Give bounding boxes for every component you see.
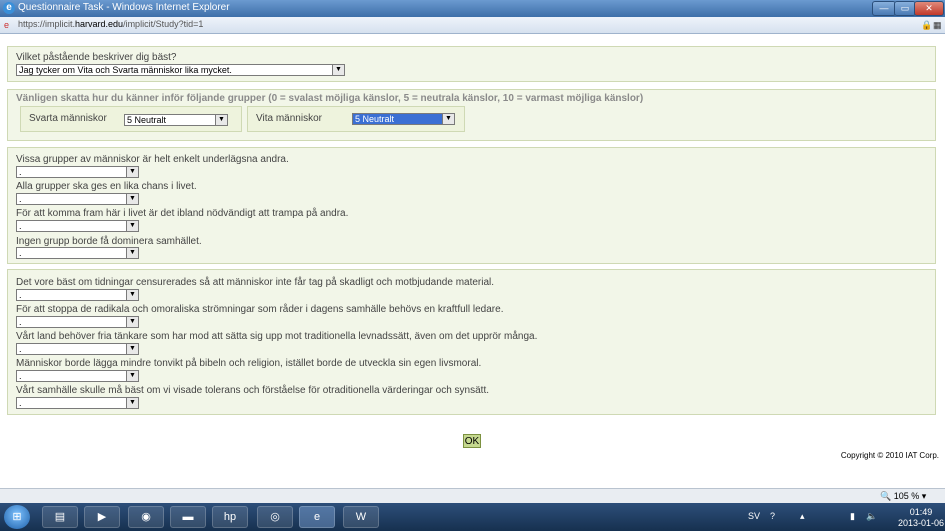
answer-select[interactable]: . ▼ — [16, 193, 139, 205]
volume-icon[interactable]: 🔈 — [866, 511, 877, 522]
question-label: Det vore bäst om tidningar censurerades … — [16, 277, 495, 288]
language-indicator[interactable]: SV — [748, 511, 760, 521]
explorer-taskbar-icon[interactable]: ▤ — [42, 506, 78, 528]
self-description-select[interactable]: Jag tycker om Vita och Svarta människor … — [16, 64, 345, 76]
hp-taskbar-icon[interactable]: hp — [212, 506, 248, 528]
taskbar: ⊞ ▤ ▶ ◉ ▬ hp ◎ e W SV ? ▴ ▮ 🔈 01:49 2013-… — [0, 503, 945, 531]
chevron-down-icon: ▼ — [126, 221, 138, 231]
page-icon: e — [4, 20, 10, 30]
help-icon[interactable]: ? — [770, 511, 775, 521]
status-bar: 🔍 105 % ▾ — [0, 488, 945, 504]
window-title: Questionnaire Task - Windows Internet Ex… — [18, 2, 230, 13]
zoom-control[interactable]: 🔍 105 % ▾ — [880, 491, 926, 502]
chevron-down-icon: ▼ — [215, 115, 227, 125]
chevron-down-icon: ▼ — [442, 114, 454, 124]
chevron-down-icon: ▼ — [126, 344, 138, 354]
question-label: Ingen grupp borde få dominera samhället. — [16, 236, 202, 247]
magnifier-icon: 🔍 — [880, 491, 892, 501]
question-label: För att stoppa de radikala och omoralisk… — [16, 304, 504, 315]
chevron-down-icon: ▾ — [921, 491, 927, 501]
feelings-heading: Vänligen skatta hur du känner inför följ… — [16, 93, 644, 104]
question-label: För att komma fram här i livet är det ib… — [16, 208, 349, 219]
white-people-select[interactable]: 5 Neutralt ▼ — [352, 113, 455, 125]
chevron-down-icon: ▼ — [126, 167, 138, 177]
black-people-group: Svarta människor 5 Neutralt ▼ — [20, 106, 242, 132]
chevron-down-icon: ▼ — [126, 371, 138, 381]
answer-select[interactable]: . ▼ — [16, 220, 139, 232]
answer-select[interactable]: . ▼ — [16, 316, 139, 328]
url-text[interactable]: https://implicit.harvard.edu/implicit/St… — [18, 19, 203, 29]
address-bar[interactable]: e https://implicit.harvard.edu/implicit/… — [0, 17, 945, 34]
panel-self-description: Vilket påstående beskriver dig bäst? Jag… — [7, 46, 936, 82]
question-label: Vårt land behöver fria tänkare som har m… — [16, 331, 538, 342]
question-label: Alla grupper ska ges en lika chans i liv… — [16, 181, 197, 192]
chevron-down-icon: ▼ — [126, 317, 138, 327]
question-label: Vilket påstående beskriver dig bäst? — [16, 52, 177, 63]
word-taskbar-icon[interactable]: W — [343, 506, 379, 528]
start-button[interactable]: ⊞ — [4, 505, 30, 529]
copyright-text: Copyright © 2010 IAT Corp. — [840, 451, 939, 460]
app-taskbar-icon[interactable]: ▬ — [170, 506, 206, 528]
clock[interactable]: 01:49 2013-01-06 — [898, 507, 944, 529]
chevron-down-icon: ▼ — [126, 248, 138, 258]
internet-explorer-taskbar-icon[interactable]: e — [299, 506, 335, 528]
panel-group1: Vissa grupper av människor är helt enkel… — [7, 147, 936, 264]
network-icon[interactable]: ▮ — [850, 511, 855, 522]
camera-taskbar-icon[interactable]: ◉ — [128, 506, 164, 528]
question-label: Vårt samhälle skulle må bäst om vi visad… — [16, 385, 490, 396]
title-bar: e Questionnaire Task - Windows Internet … — [0, 0, 945, 17]
question-label: Människor borde lägga mindre tonvikt på … — [16, 358, 482, 369]
panel-group2: Det vore bäst om tidningar censurerades … — [7, 269, 936, 415]
chevron-down-icon: ▼ — [126, 290, 138, 300]
ok-button[interactable]: OK — [463, 434, 481, 448]
chevron-down-icon: ▼ — [126, 194, 138, 204]
answer-select[interactable]: . ▼ — [16, 370, 139, 382]
chevron-down-icon: ▼ — [126, 398, 138, 408]
black-people-select[interactable]: 5 Neutralt ▼ — [124, 114, 228, 126]
compatibility-view-icon[interactable]: ▦ — [933, 20, 942, 31]
chrome-taskbar-icon[interactable]: ◎ — [257, 506, 293, 528]
chevron-down-icon: ▼ — [332, 65, 344, 75]
black-people-label: Svarta människor — [29, 113, 107, 124]
answer-select[interactable]: . ▼ — [16, 166, 139, 178]
lock-icon[interactable]: 🔒 — [921, 20, 932, 31]
white-people-group: Vita människor 5 Neutralt ▼ — [247, 106, 465, 132]
minimize-button[interactable]: — — [872, 1, 896, 16]
tray-expand-icon[interactable]: ▴ — [800, 511, 805, 522]
media-player-taskbar-icon[interactable]: ▶ — [84, 506, 120, 528]
answer-select[interactable]: . ▼ — [16, 343, 139, 355]
panel-feelings: Vänligen skatta hur du känner inför följ… — [7, 89, 936, 141]
maximize-button[interactable]: ▭ — [894, 1, 916, 16]
ie-icon: e — [3, 2, 15, 14]
close-button[interactable]: ✕ — [914, 1, 944, 16]
answer-select[interactable]: . ▼ — [16, 397, 139, 409]
question-label: Vissa grupper av människor är helt enkel… — [16, 154, 289, 165]
answer-select[interactable]: . ▼ — [16, 289, 139, 301]
answer-select[interactable]: . ▼ — [16, 247, 139, 259]
white-people-label: Vita människor — [256, 113, 322, 124]
